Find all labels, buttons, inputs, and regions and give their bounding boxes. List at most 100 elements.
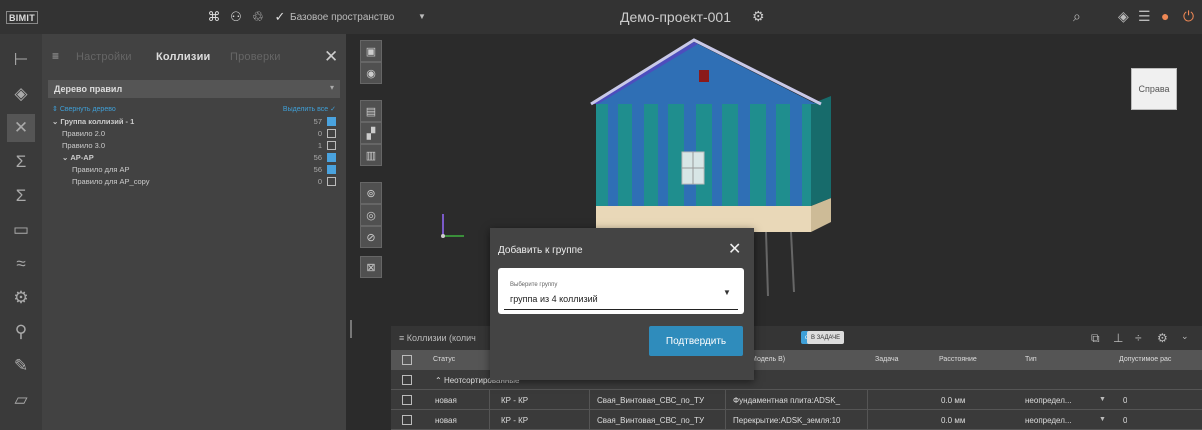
bell-icon[interactable]: ● — [1161, 8, 1169, 24]
rule-checkbox[interactable] — [327, 141, 336, 150]
row-checkbox[interactable] — [402, 395, 412, 405]
cell-type[interactable]: неопредел... — [1025, 396, 1072, 405]
gear-icon[interactable]: ⚙ — [752, 8, 765, 25]
section-icon[interactable]: ▤ — [360, 100, 382, 122]
copy-icon[interactable]: ⧉ — [1091, 331, 1100, 346]
eye-icon[interactable]: ◎ — [360, 204, 382, 226]
header-tolerance[interactable]: Допустимое рас — [1119, 356, 1171, 363]
row-checkbox[interactable] — [402, 415, 412, 425]
close-icon[interactable]: ✕ — [324, 47, 338, 67]
cube-icon[interactable]: ◈ — [1118, 8, 1129, 25]
people-icon[interactable]: ⚇ — [228, 9, 244, 25]
tree-row[interactable]: Правило для АР 56 — [48, 164, 340, 176]
cell-type[interactable]: неопредел... — [1025, 416, 1072, 425]
tree-row[interactable]: Правило 2.0 0 — [48, 128, 340, 140]
hide-icon[interactable]: ⊘ — [360, 226, 382, 248]
tree-controls: ⇕ Свернуть дерево Выделить все ✓ — [48, 104, 340, 116]
tab-settings[interactable]: Настройки — [76, 51, 132, 63]
table-row[interactable]: новая КР - КР Свая_Винтовая_СВС_по_ТУ Пе… — [391, 410, 1202, 430]
users-icon[interactable]: ⚲ — [7, 318, 35, 346]
left-sidebar: ⊢ ◈ ✕ Σ Σ ▭ ≈ ⚙ ⚲ ✎ ▱ — [0, 34, 42, 430]
top-toolbar: ⌘ ⚇ ♲ ✓ — [206, 9, 288, 25]
header-type[interactable]: Тип — [1025, 356, 1037, 363]
search-icon[interactable]: ⌕ — [1073, 8, 1081, 25]
column-divider — [589, 410, 590, 430]
rule-count: 56 — [313, 165, 322, 174]
close-icon[interactable]: ✕ — [728, 239, 741, 259]
gear-icon[interactable]: ⚙ — [1157, 331, 1168, 345]
table-row[interactable]: новая КР - КР Свая_Винтовая_СВС_по_ТУ Фу… — [391, 390, 1202, 410]
tab-checks[interactable]: Проверки — [230, 51, 281, 63]
reset-icon[interactable]: ⊠ — [360, 256, 382, 278]
folder-icon[interactable]: ▱ — [7, 386, 35, 414]
sort-icon[interactable]: ⊥ — [1113, 331, 1123, 345]
header-task[interactable]: Задача — [875, 356, 899, 363]
tree-icon[interactable]: ⊢ — [7, 46, 35, 74]
rule-checkbox[interactable] — [327, 117, 336, 126]
tree-row[interactable]: ⌄ АР-АР 56 — [48, 152, 340, 164]
cube-icon[interactable]: ◈ — [7, 80, 35, 108]
cell-tolerance[interactable]: 0 — [1123, 416, 1127, 425]
cell-tolerance[interactable]: 0 — [1123, 396, 1127, 405]
rule-checkbox[interactable] — [327, 129, 336, 138]
column-divider — [867, 410, 868, 430]
rules-panel: ≡ Настройки Коллизии Проверки ✕ Дерево п… — [42, 34, 346, 430]
chevron-down-icon[interactable]: ▼ — [418, 12, 426, 21]
tree-row[interactable]: Правило для АР_copy 0 — [48, 176, 340, 188]
sigma-plus-icon[interactable]: Σ — [7, 182, 35, 210]
rule-checkbox[interactable] — [327, 177, 336, 186]
list-icon[interactable]: ☰ — [1138, 8, 1151, 25]
filter-chip-in-task[interactable]: В ЗАДАЧЕ — [807, 331, 845, 344]
puzzle-icon[interactable]: ⚙ — [7, 284, 35, 312]
cell-disciplines: КР - КР — [501, 396, 529, 405]
column-divider — [489, 410, 490, 430]
header-distance[interactable]: Расстояние — [939, 356, 977, 363]
2d-icon[interactable]: ▭ — [7, 216, 35, 244]
menu-icon[interactable]: ≡ — [52, 49, 59, 63]
chevron-down-icon[interactable]: ▼ — [1099, 396, 1106, 403]
pencil-icon[interactable]: ✎ — [7, 352, 35, 380]
panel-tabs: ≡ Настройки Коллизии Проверки ✕ — [42, 34, 346, 74]
tree-row[interactable]: ⌄ Группа коллизий - 1 57 — [48, 116, 340, 128]
add-to-group-dialog: Добавить к группе ✕ Выберите группу груп… — [490, 228, 754, 380]
view-cube[interactable]: Справа — [1131, 68, 1177, 110]
workspace-selector[interactable]: Базовое пространство — [290, 12, 394, 23]
chevron-down-icon[interactable]: ▾ — [330, 83, 334, 92]
cell-disciplines: КР - КР — [501, 416, 529, 425]
rule-checkbox[interactable] — [327, 165, 336, 174]
layers-icon[interactable]: ≈ — [7, 250, 35, 278]
rule-checkbox[interactable] — [327, 153, 336, 162]
select-all-link[interactable]: Выделить все ✓ — [283, 105, 336, 113]
collisions-title: ≡ Коллизии (колич — [399, 333, 476, 343]
column-divider — [867, 390, 868, 410]
group-select[interactable]: Выберите группу группа из 4 коллизий ▼ — [498, 268, 744, 314]
logout-icon[interactable]: ⏻ — [1183, 8, 1194, 25]
share-icon[interactable]: ♲ — [250, 9, 266, 25]
plane-icon[interactable]: ▞ — [360, 122, 382, 144]
group-select-value[interactable]: группа из 4 коллизий — [510, 294, 598, 304]
tree-header[interactable]: Дерево правил ▾ — [48, 80, 340, 98]
app-logo[interactable]: BIMIT — [6, 11, 38, 24]
collision-icon[interactable]: ✕ — [7, 114, 35, 142]
header-status[interactable]: Статус — [433, 356, 455, 363]
expand-icon[interactable]: ÷ — [1135, 331, 1142, 345]
group-select-label: Выберите группу — [510, 282, 558, 288]
fit-icon[interactable]: ▣ — [360, 40, 382, 62]
chevron-down-icon[interactable]: ▼ — [723, 288, 731, 297]
tree-row[interactable]: Правило 3.0 1 — [48, 140, 340, 152]
tab-collisions[interactable]: Коллизии — [156, 51, 211, 63]
confirm-button[interactable]: Подтвердить — [649, 326, 743, 356]
target-icon[interactable]: ◉ — [360, 62, 382, 84]
check-circle-icon[interactable]: ✓ — [272, 9, 288, 25]
panel-resize-handle[interactable] — [350, 320, 352, 338]
select-all-checkbox[interactable] — [402, 355, 412, 365]
box-icon[interactable]: ▥ — [360, 144, 382, 166]
isolate-icon[interactable]: ⊚ — [360, 182, 382, 204]
sigma-icon[interactable]: Σ — [7, 148, 35, 176]
briefcase-icon[interactable]: ⌘ — [206, 9, 222, 25]
collapse-tree-link[interactable]: ⇕ Свернуть дерево — [52, 105, 116, 113]
chevron-down-icon[interactable]: ▼ — [1099, 416, 1106, 423]
column-divider — [589, 390, 590, 410]
row-checkbox[interactable] — [402, 375, 412, 385]
chevron-down-icon[interactable]: ⌄ — [1181, 331, 1189, 342]
